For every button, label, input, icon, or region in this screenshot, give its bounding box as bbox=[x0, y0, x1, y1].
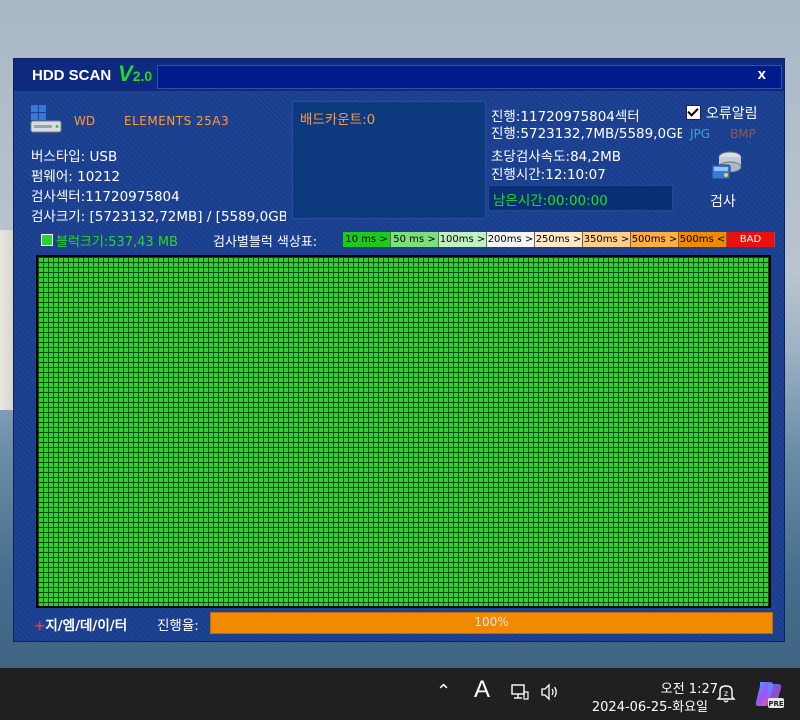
legend-chip: 250ms > bbox=[535, 232, 583, 247]
block-map-grid bbox=[36, 255, 771, 608]
app-title: HDD SCAN bbox=[32, 67, 112, 84]
legend-chip: 100ms > bbox=[439, 232, 487, 247]
legend-chip: 500ms > bbox=[631, 232, 679, 247]
copilot-icon[interactable]: PRE bbox=[754, 678, 784, 710]
firmware: 펌웨어: 10212 bbox=[31, 169, 121, 185]
bus-type: 버스타입: USB bbox=[31, 149, 118, 165]
scan-sectors: 검사섹터:11720975804 bbox=[31, 189, 180, 205]
drive-model: ELEMENTS 25A3 bbox=[124, 114, 230, 128]
legend-row: 블럭크기:537,43 MB 검사별블럭 색상표: 10 ms >50 ms >… bbox=[39, 231, 779, 250]
bad-count: 배드카운트:0 bbox=[300, 112, 376, 128]
company-logo: +지/엠/데/이/터 bbox=[34, 618, 128, 634]
progress-rate-text: 100% bbox=[474, 615, 509, 629]
show-hidden-icons-chevron-icon[interactable]: ⌃ bbox=[436, 681, 451, 702]
remaining-time: 남은시간:00:00:00 bbox=[493, 193, 608, 209]
ime-indicator[interactable]: A bbox=[474, 676, 490, 704]
scan-button[interactable]: 검사 bbox=[710, 191, 736, 211]
network-icon[interactable] bbox=[510, 682, 530, 702]
remaining-box: 남은시간:00:00:00 bbox=[488, 185, 673, 211]
elapsed-time: 진행시간:12:10:07 bbox=[491, 167, 606, 183]
drive-brand: WD bbox=[74, 114, 96, 128]
drive-icon bbox=[30, 105, 62, 133]
close-button[interactable]: x bbox=[758, 66, 766, 83]
bad-count-panel: 배드카운트:0 bbox=[292, 101, 486, 219]
notification-bell-icon[interactable]: z bbox=[716, 682, 736, 704]
svg-text:z: z bbox=[724, 689, 728, 698]
legend-title: 검사별블럭 색상표: bbox=[213, 235, 318, 250]
options-panel: 오류알림 JPG BMP 검사 bbox=[682, 101, 770, 217]
volume-icon[interactable] bbox=[540, 682, 560, 702]
progress-rate-bar: 100% bbox=[210, 612, 773, 634]
taskbar: ⌃ A 오전 1:27 2024-06-25-화요일 z PRE bbox=[0, 668, 800, 720]
legend-chip: BAD bbox=[727, 232, 775, 247]
scan-disk-icon[interactable] bbox=[708, 149, 744, 183]
hdd-scan-window: HDD SCAN V2.0 x WD ELEMENTS 25A3 버스타입: U… bbox=[13, 58, 785, 642]
scan-size: 검사크기: [5723132,72MB] / [5589,0GB bbox=[31, 209, 286, 225]
block-size-marker bbox=[41, 234, 53, 246]
legend-chip: 10 ms > bbox=[343, 232, 391, 247]
block-size: 블럭크기:537,43 MB bbox=[56, 235, 178, 250]
legend-chip: 350ms > bbox=[583, 232, 631, 247]
title-bar: HDD SCAN V2.0 x bbox=[14, 59, 784, 91]
jpg-option[interactable]: JPG bbox=[690, 127, 710, 141]
progress-bytes: 진행:5723132,7MB/5589,0GB bbox=[491, 126, 682, 142]
legend-chip: 50 ms > bbox=[391, 232, 439, 247]
title-strip bbox=[157, 65, 782, 89]
error-alarm-label: 오류알림 bbox=[706, 106, 758, 122]
clock-time[interactable]: 오전 1:27 bbox=[590, 678, 718, 697]
app-version: V2.0 bbox=[118, 61, 153, 86]
scan-speed: 초당검사속도:84,2MB bbox=[491, 149, 622, 165]
legend-chips: 10 ms >50 ms >100ms >200ms >250ms >350ms… bbox=[343, 232, 775, 247]
legend-chip: 200ms > bbox=[487, 232, 535, 247]
clock-date[interactable]: 2024-06-25-화요일 bbox=[568, 696, 708, 715]
bmp-option[interactable]: BMP bbox=[730, 127, 756, 141]
svg-text:PRE: PRE bbox=[768, 700, 784, 708]
progress-panel: 진행:11720975804섹터 진행:5723132,7MB/5589,0GB… bbox=[486, 101, 682, 217]
progress-rate-label: 진행율: bbox=[157, 618, 199, 634]
error-alarm-checkbox[interactable] bbox=[686, 105, 701, 120]
legend-chip: 500ms < bbox=[679, 232, 727, 247]
